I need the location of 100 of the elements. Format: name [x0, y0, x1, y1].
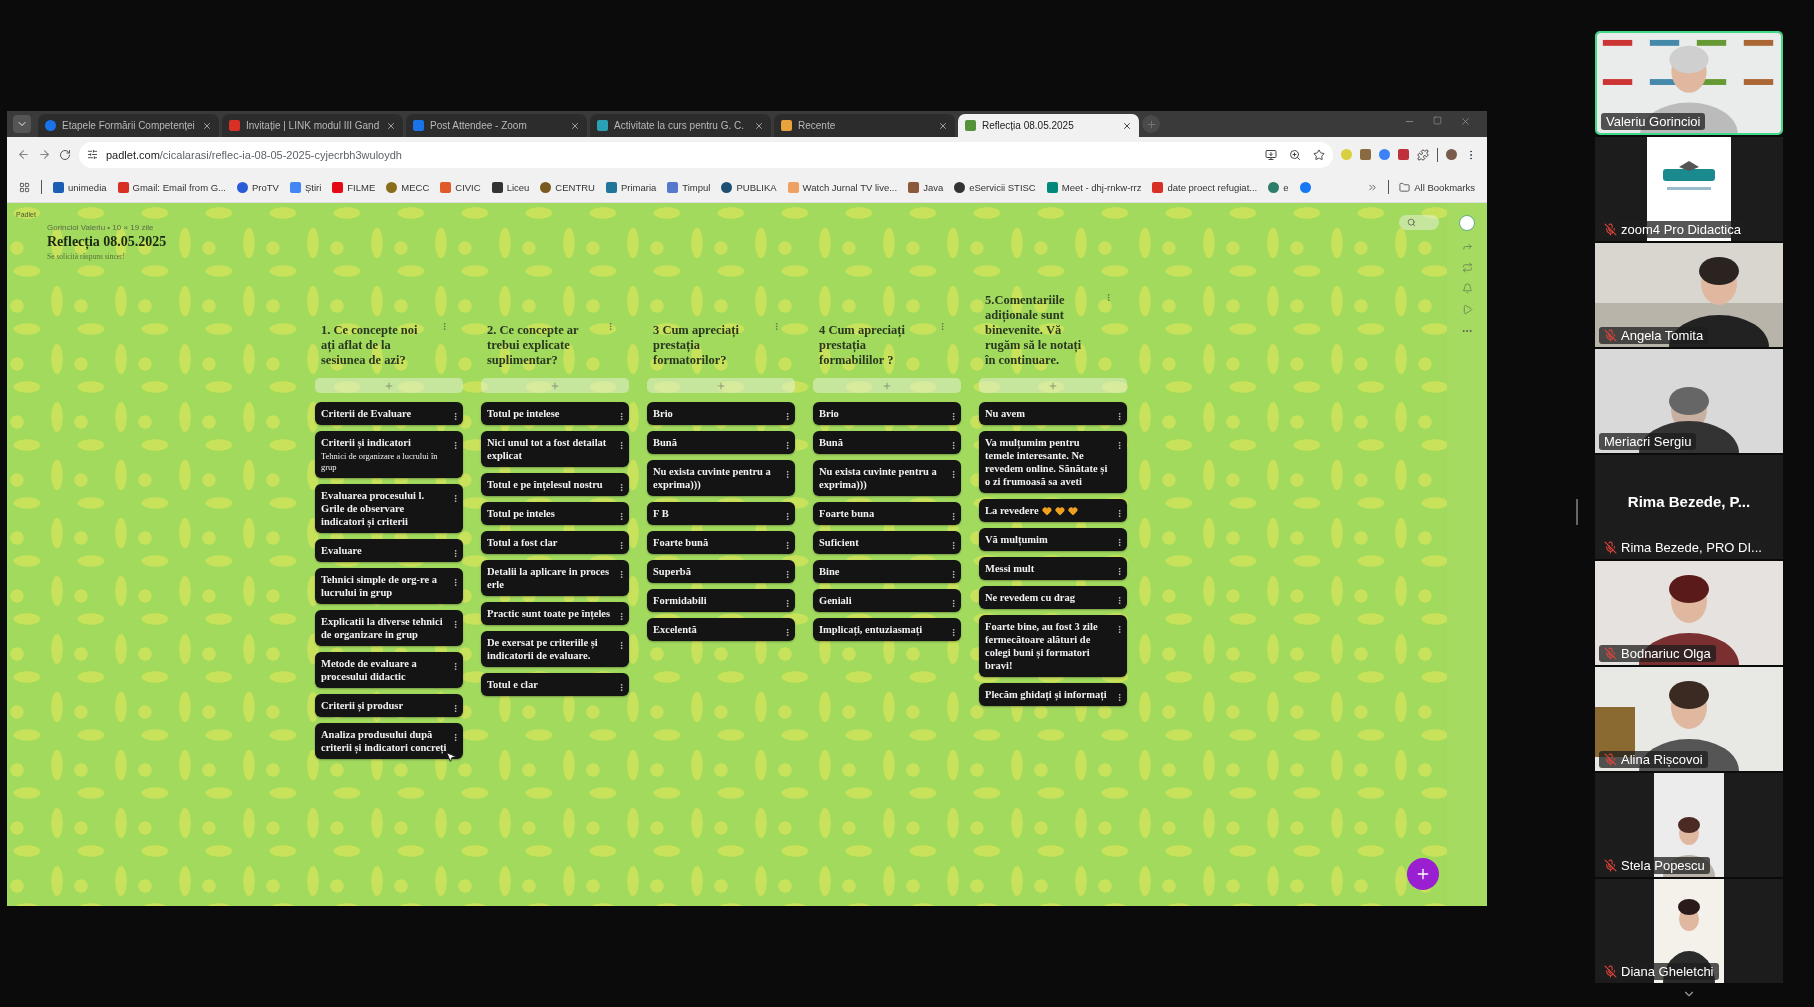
- extension-icon[interactable]: [1379, 149, 1390, 160]
- extension-icon[interactable]: [1360, 149, 1371, 160]
- post-card[interactable]: Detalii la aplicare in proces erle: [481, 560, 629, 596]
- more-icon[interactable]: [451, 494, 460, 503]
- more-icon[interactable]: [1115, 567, 1124, 576]
- post-card[interactable]: Brio: [813, 402, 961, 425]
- more-icon[interactable]: [783, 628, 792, 637]
- apps-icon[interactable]: [19, 181, 30, 193]
- more-icon[interactable]: [617, 483, 626, 492]
- bookmark-link[interactable]: Primaria: [605, 181, 657, 193]
- post-card[interactable]: Bine: [813, 560, 961, 583]
- post-card[interactable]: Plecăm ghidați și informați: [979, 683, 1127, 706]
- video-tile[interactable]: zoom4 Pro Didactica: [1595, 137, 1783, 241]
- more-icon[interactable]: [783, 570, 792, 579]
- more-icon[interactable]: [1115, 538, 1124, 547]
- post-card[interactable]: Foarte bine, au fost 3 zile fermecătoare alături de colegi buni și formatori bravi!: [979, 615, 1127, 677]
- more-icon[interactable]: [783, 412, 792, 421]
- post-card[interactable]: Totul pe intelese: [481, 402, 629, 425]
- bookmark-link[interactable]: Liceu: [491, 181, 530, 193]
- more-icon[interactable]: [949, 599, 958, 608]
- bookmark-link[interactable]: Java: [908, 181, 944, 193]
- more-icon[interactable]: [1115, 441, 1124, 450]
- zoom-icon[interactable]: [1289, 148, 1301, 161]
- more-icon[interactable]: [451, 549, 460, 558]
- post-card[interactable]: Evaluarea procesului l. Grile de observare indicatori și criterii: [315, 484, 463, 533]
- close-icon[interactable]: [1122, 120, 1132, 131]
- more-icon[interactable]: [451, 620, 460, 629]
- bookmark-link[interactable]: e: [1268, 181, 1289, 193]
- post-card[interactable]: F B: [647, 502, 795, 525]
- more-icon[interactable]: [451, 662, 460, 671]
- bookmark-link[interactable]: CIVIC: [440, 181, 481, 193]
- video-tile[interactable]: Rima Bezede, P... Rima Bezede, PRO DI...: [1595, 455, 1783, 559]
- more-icon[interactable]: [783, 441, 792, 450]
- post-card[interactable]: Tehnici simple de org-re a lucrului în grup: [315, 568, 463, 604]
- post-card[interactable]: Criterii și produsr: [315, 694, 463, 717]
- post-card[interactable]: Totul e pe înțelesul nostru: [481, 473, 629, 496]
- browser-tab[interactable]: Post Attendee - Zoom: [406, 114, 587, 137]
- video-tile[interactable]: Bodnariuc Olga: [1595, 561, 1783, 665]
- more-icon[interactable]: [949, 441, 958, 450]
- bookmark-link[interactable]: CENTRU: [540, 181, 595, 193]
- more-icon[interactable]: [949, 512, 958, 521]
- more-icon[interactable]: [451, 441, 460, 450]
- bookmark-link[interactable]: Știri: [289, 181, 322, 193]
- avatar-icon[interactable]: [1459, 215, 1475, 231]
- post-card[interactable]: Implicați, entuziasmați: [813, 618, 961, 641]
- post-card[interactable]: Explicatii la diverse tehnici de organizare in grup: [315, 610, 463, 646]
- post-card[interactable]: De exersat pe criteriile și indicatorii de evaluare.: [481, 631, 629, 667]
- extension-icon[interactable]: [1398, 149, 1409, 160]
- close-icon[interactable]: [202, 120, 212, 131]
- bookmark-star-icon[interactable]: [1313, 148, 1325, 161]
- more-icon[interactable]: [617, 412, 626, 421]
- profile-icon[interactable]: [1446, 149, 1457, 160]
- post-card[interactable]: Totul pe inteles: [481, 502, 629, 525]
- video-tile[interactable]: Meriacri Sergiu: [1595, 349, 1783, 453]
- tab-search-button[interactable]: [13, 115, 31, 133]
- more-icon[interactable]: [617, 683, 626, 692]
- search-field[interactable]: [1399, 215, 1439, 230]
- close-icon[interactable]: [570, 120, 580, 131]
- more-icon[interactable]: [617, 570, 626, 579]
- post-card[interactable]: Va mulțumim pentru temele interesante. Ne revedem online. Sănătate și o zi frumoasă sa aveti: [979, 431, 1127, 493]
- post-card[interactable]: Formidabili: [647, 589, 795, 612]
- bookmark-link[interactable]: PUBLIKA: [721, 181, 777, 193]
- post-card[interactable]: Nu exista cuvinte pentru a exprima))): [647, 460, 795, 496]
- add-post-fab[interactable]: [1407, 858, 1439, 890]
- more-icon[interactable]: [783, 599, 792, 608]
- post-card[interactable]: Superbă: [647, 560, 795, 583]
- post-card[interactable]: Geniali: [813, 589, 961, 612]
- more-icon[interactable]: [617, 512, 626, 521]
- post-card[interactable]: Totul a fost clar: [481, 531, 629, 554]
- site-info-icon[interactable]: [87, 149, 98, 160]
- new-tab-button[interactable]: [1142, 115, 1160, 133]
- browser-tab[interactable]: Recente: [774, 114, 955, 137]
- browser-tab[interactable]: Invitație | LINK modul III Gand: [222, 114, 403, 137]
- more-icon[interactable]: [451, 578, 460, 587]
- more-icon[interactable]: [1115, 412, 1124, 421]
- more-icon[interactable]: [949, 541, 958, 550]
- post-card[interactable]: Excelentă: [647, 618, 795, 641]
- close-icon[interactable]: [754, 120, 764, 131]
- post-card[interactable]: Metode de evaluare a procesului didactic: [315, 652, 463, 688]
- forward-icon[interactable]: [38, 148, 51, 161]
- bookmark-link[interactable]: FILME: [332, 181, 376, 193]
- browser-tab[interactable]: Activitate la curs pentru G. C.: [590, 114, 771, 137]
- bookmark-link[interactable]: MECC: [386, 181, 430, 193]
- post-card[interactable]: Bună: [647, 431, 795, 454]
- post-card[interactable]: Messi mult: [979, 557, 1127, 580]
- more-icon[interactable]: [451, 733, 460, 742]
- bookmark-link[interactable]: Meet - dhj-rnkw-rrz: [1046, 181, 1142, 193]
- reload-icon[interactable]: [59, 148, 71, 161]
- post-card[interactable]: Evaluare: [315, 539, 463, 562]
- post-card[interactable]: Totul e clar: [481, 673, 629, 696]
- splitter-handle[interactable]: [1576, 498, 1578, 525]
- close-icon[interactable]: [386, 120, 396, 131]
- post-card[interactable]: Nici unul tot a fost detailat explicat: [481, 431, 629, 467]
- browser-tab[interactable]: Etapele Formării Competenței: [38, 114, 219, 137]
- more-icon[interactable]: [451, 412, 460, 421]
- install-icon[interactable]: [1265, 148, 1277, 161]
- post-card[interactable]: Nu exista cuvinte pentru a exprima))): [813, 460, 961, 496]
- bookmark-link[interactable]: unimedia: [53, 181, 107, 193]
- post-card[interactable]: Practic sunt toate pe înțeles: [481, 602, 629, 625]
- more-icon[interactable]: [949, 470, 958, 479]
